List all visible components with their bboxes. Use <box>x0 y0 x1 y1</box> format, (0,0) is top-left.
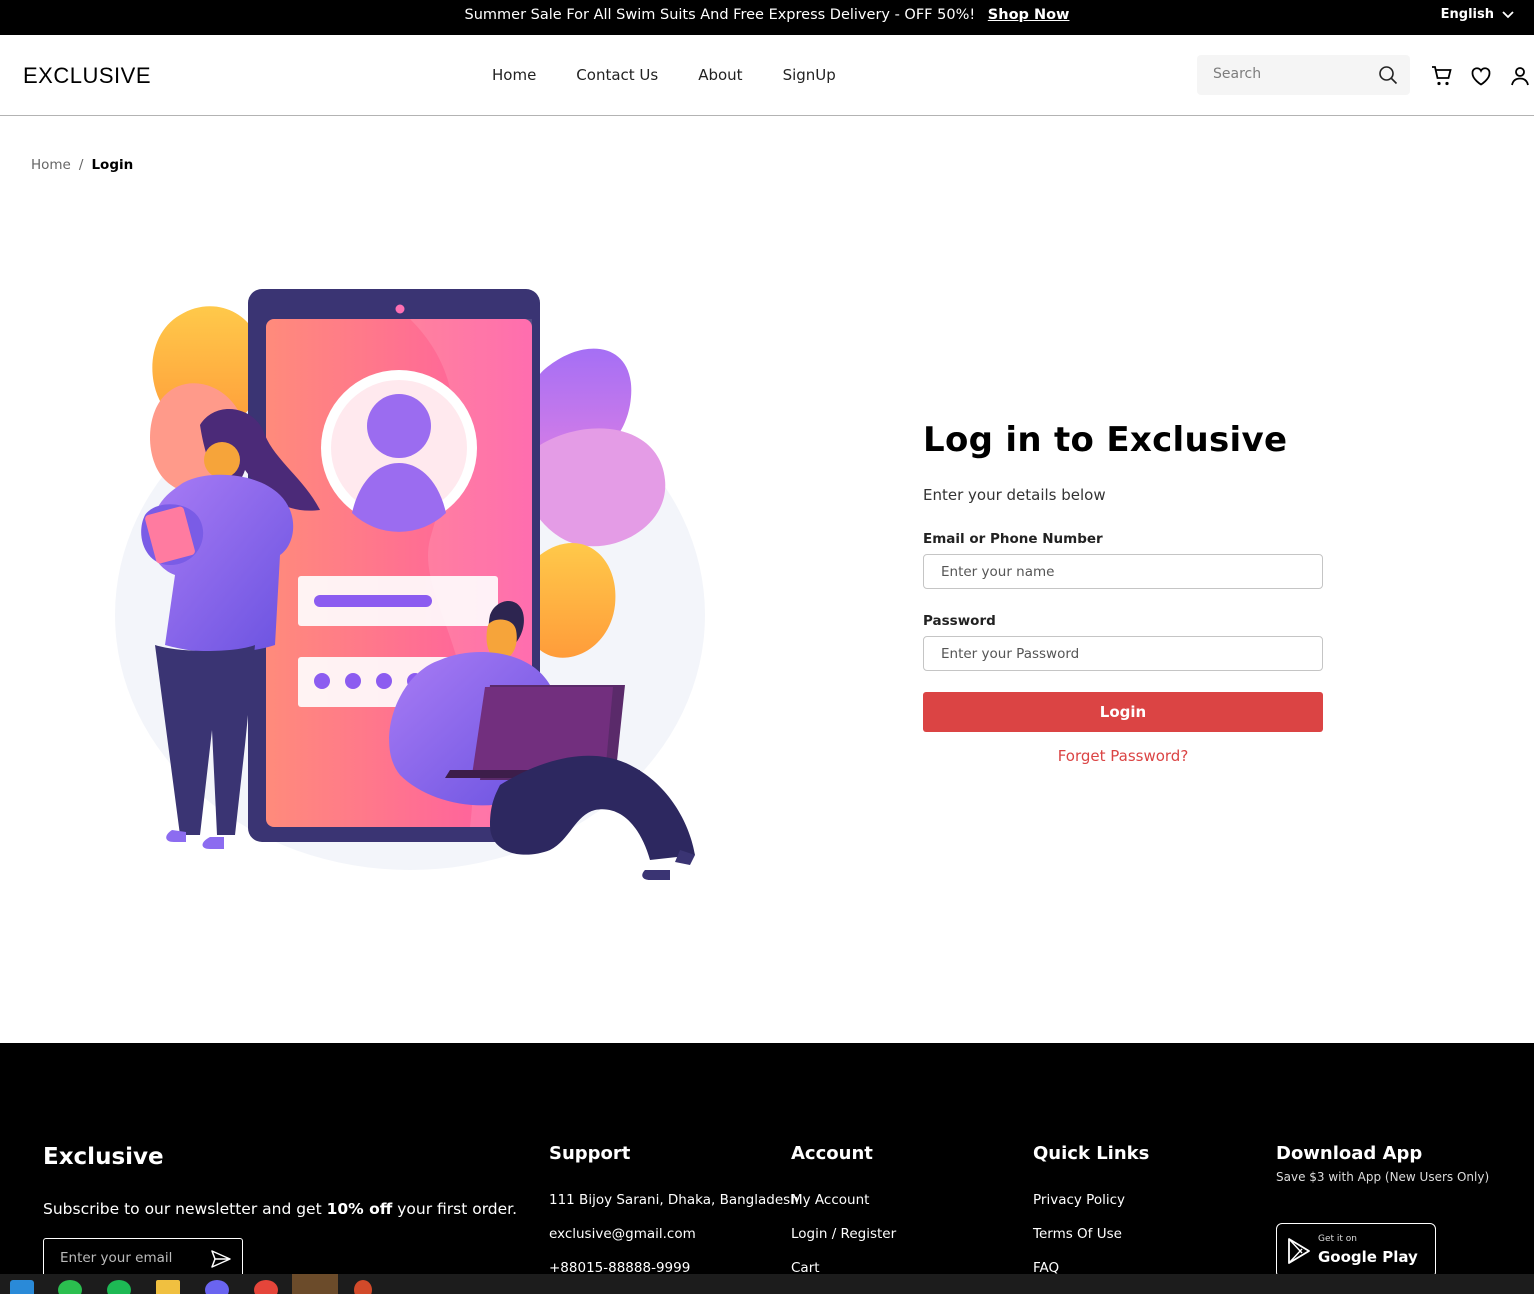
newsletter-form <box>43 1238 243 1274</box>
heart-icon[interactable] <box>1469 64 1493 88</box>
newsletter-email-input[interactable] <box>60 1250 200 1266</box>
chrome-icon[interactable] <box>254 1280 278 1294</box>
account-title: Account <box>791 1143 873 1164</box>
header: EXCLUSIVE Home Contact Us About SignUp <box>0 35 1534 116</box>
support-phone[interactable]: +88015-88888-9999 <box>549 1260 799 1274</box>
logo[interactable]: EXCLUSIVE <box>23 63 151 89</box>
nav-contact[interactable]: Contact Us <box>576 66 658 84</box>
support-address: 111 Bijoy Sarani, Dhaka, Bangladesh <box>549 1192 799 1208</box>
quick-link-faq[interactable]: FAQ <box>1033 1260 1149 1274</box>
quick-link-privacy[interactable]: Privacy Policy <box>1033 1192 1149 1208</box>
active-app-icon[interactable] <box>292 1274 338 1294</box>
email-field[interactable] <box>923 554 1323 589</box>
cart-icon[interactable] <box>1430 64 1454 88</box>
spotify-icon[interactable] <box>107 1280 131 1294</box>
footer-quick-links: Quick Links Privacy Policy Terms Of Use … <box>1033 1143 1149 1274</box>
newsletter-discount: 10% off <box>326 1200 393 1218</box>
chevron-down-icon <box>1502 10 1514 18</box>
promo-text: Summer Sale For All Swim Suits And Free … <box>464 7 976 23</box>
footer-download-app: Download App Save $3 with App (New Users… <box>1276 1143 1489 1184</box>
login-illustration <box>115 289 705 880</box>
language-label: English <box>1440 7 1494 22</box>
search-icon[interactable] <box>1378 65 1398 85</box>
breadcrumb-home[interactable]: Home <box>31 157 71 173</box>
user-icon[interactable] <box>1508 64 1532 88</box>
account-link-cart[interactable]: Cart <box>791 1260 896 1274</box>
nav-signup[interactable]: SignUp <box>783 66 836 84</box>
whatsapp-icon[interactable] <box>58 1280 82 1294</box>
email-label: Email or Phone Number <box>923 531 1103 547</box>
password-field[interactable] <box>923 636 1323 671</box>
google-play-icon <box>1288 1238 1310 1264</box>
account-link-login[interactable]: Login / Register <box>791 1226 896 1242</box>
download-app-subtitle: Save $3 with App (New Users Only) <box>1276 1170 1490 1184</box>
nav-home[interactable]: Home <box>492 66 536 84</box>
support-email[interactable]: exclusive@gmail.com <box>549 1226 799 1242</box>
promo-text-wrap: Summer Sale For All Swim Suits And Free … <box>0 7 1534 23</box>
search-box <box>1197 55 1410 95</box>
promo-bar: Summer Sale For All Swim Suits And Free … <box>0 0 1534 35</box>
discord-icon[interactable] <box>205 1280 229 1294</box>
app-icon[interactable] <box>354 1280 372 1294</box>
newsletter-text: Subscribe to our newsletter and get 10% … <box>43 1200 517 1218</box>
search-input[interactable] <box>1213 66 1363 82</box>
breadcrumb-current: Login <box>91 157 134 173</box>
shop-now-link[interactable]: Shop Now <box>988 7 1070 23</box>
account-link-my-account[interactable]: My Account <box>791 1192 896 1208</box>
forgot-password-link[interactable]: Forget Password? <box>923 747 1323 765</box>
footer-support: Support 111 Bijoy Sarani, Dhaka, Banglad… <box>549 1143 799 1274</box>
breadcrumb-separator: / <box>78 157 84 173</box>
breadcrumb: Home / Login <box>31 157 133 173</box>
quick-link-terms[interactable]: Terms Of Use <box>1033 1226 1149 1242</box>
quick-links-title: Quick Links <box>1033 1143 1150 1164</box>
login-title: Log in to Exclusive <box>923 420 1288 460</box>
footer: Exclusive Subscribe to our newsletter an… <box>0 1043 1534 1274</box>
google-play-label: Google Play <box>1318 1248 1418 1266</box>
vscode-icon[interactable] <box>10 1280 34 1294</box>
footer-brand: Exclusive <box>43 1144 164 1170</box>
login-button[interactable]: Login <box>923 692 1323 732</box>
login-subtitle: Enter your details below <box>923 486 1106 504</box>
newsletter-text-pre: Subscribe to our newsletter and get <box>43 1200 327 1218</box>
header-icons <box>1430 64 1532 88</box>
nav-about[interactable]: About <box>698 66 742 84</box>
main-nav: Home Contact Us About SignUp <box>492 66 876 84</box>
language-selector[interactable]: English <box>1441 7 1514 22</box>
newsletter-text-post: your first order. <box>392 1200 518 1218</box>
login-form: Log in to Exclusive Enter your details b… <box>923 420 1323 765</box>
support-title: Support <box>549 1143 631 1164</box>
password-label: Password <box>923 613 996 629</box>
os-taskbar <box>0 1274 1534 1294</box>
download-app-title: Download App <box>1276 1143 1423 1164</box>
google-play-caption: Get it on <box>1318 1234 1358 1244</box>
footer-account: Account My Account Login / Register Cart <box>791 1143 896 1274</box>
google-play-button[interactable]: Get it on Google Play <box>1276 1223 1436 1274</box>
send-icon[interactable] <box>210 1249 232 1269</box>
folder-icon[interactable] <box>156 1280 180 1294</box>
